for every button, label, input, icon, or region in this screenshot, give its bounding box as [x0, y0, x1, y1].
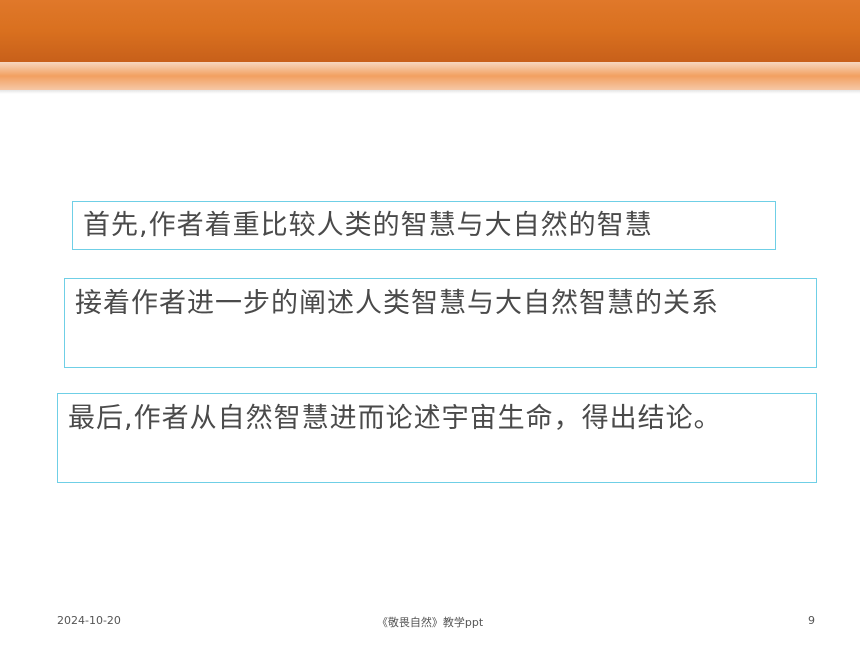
header-band — [0, 0, 860, 62]
footer-page-number: 9 — [808, 614, 815, 627]
footer-title: 《敬畏自然》教学ppt — [376, 616, 484, 629]
text-box-second[interactable]: 接着作者进一步的阐述人类智慧与大自然智慧的关系 — [64, 278, 817, 368]
text-box-third[interactable]: 最后,作者从自然智慧进而论述宇宙生命，得出结论。 — [57, 393, 817, 483]
header-stripe — [0, 62, 860, 90]
header-shadow — [0, 90, 860, 94]
text-box-first[interactable]: 首先,作者着重比较人类的智慧与大自然的智慧 — [72, 201, 776, 250]
